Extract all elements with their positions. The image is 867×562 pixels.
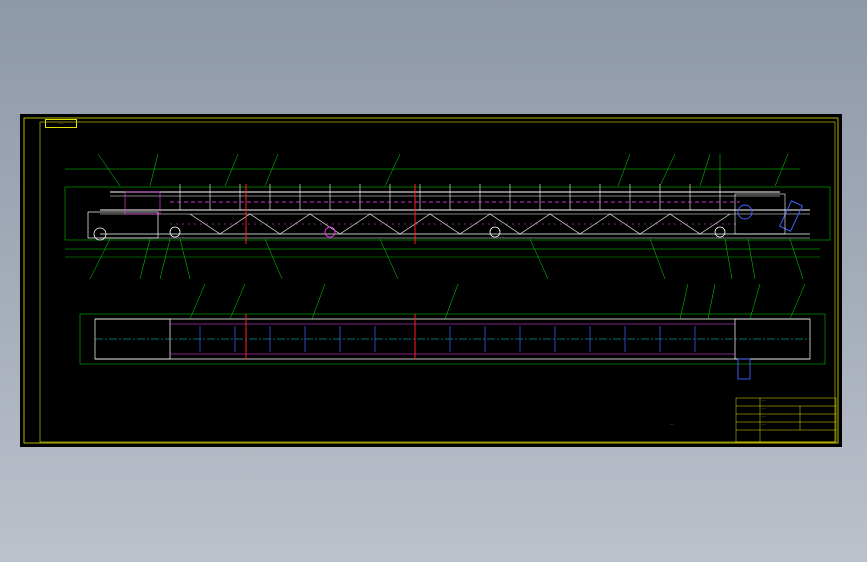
leaders-bottom: [89, 238, 804, 280]
conveyor-drawing: [23, 117, 839, 444]
plan-motor: [737, 358, 751, 380]
support-wheel-1: [169, 226, 181, 238]
cad-viewport[interactable]: ··· ··· ··· ··· ··· ···: [20, 114, 842, 447]
title-line-1: ···: [762, 399, 766, 403]
support-wheel-3: [489, 226, 501, 238]
title-line-4: ···: [762, 423, 766, 427]
title-line-2: ···: [762, 407, 766, 411]
drawing-tag: ···: [45, 119, 77, 128]
drawing-note: ···: [670, 422, 674, 427]
plan-view: [79, 283, 826, 380]
elevation-view: [64, 153, 831, 280]
title-block: ··· ··· ··· ···: [736, 398, 836, 442]
outer-frame: [23, 117, 839, 444]
title-line-3: ···: [762, 415, 766, 419]
leaders-top: [97, 153, 789, 187]
head-pulley: [737, 204, 753, 220]
drive-motor: [778, 200, 804, 232]
tail-hopper: [124, 191, 161, 215]
support-wheel-2: [324, 226, 336, 238]
idler-stands: [179, 184, 721, 210]
inner-frame: [39, 121, 836, 443]
support-wheel-4: [714, 226, 726, 238]
